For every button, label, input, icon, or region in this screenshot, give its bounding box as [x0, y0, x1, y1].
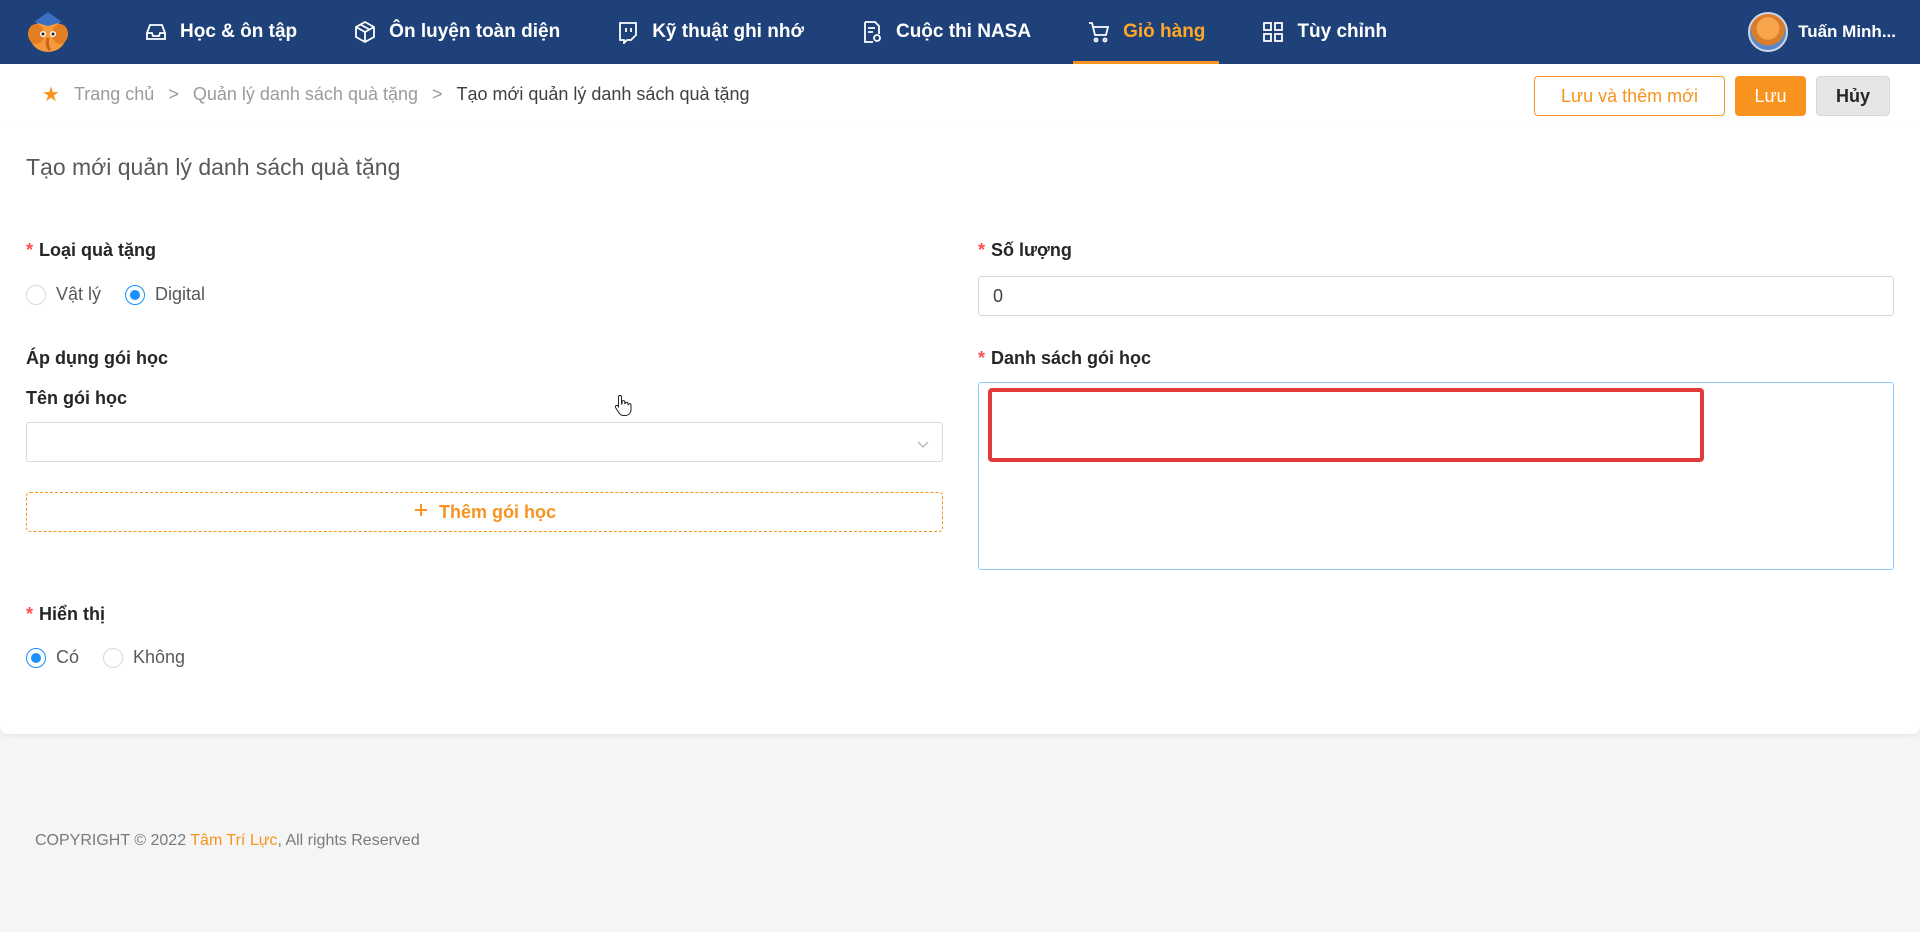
display-label: * Hiển thị [26, 604, 105, 625]
add-course-button[interactable]: Thêm gói học [26, 492, 943, 532]
nav-item-hoc-on-tap[interactable]: Học & ôn tập [130, 0, 311, 64]
required-mark: * [26, 240, 34, 260]
plus-icon [413, 502, 429, 523]
page-title: Tạo mới quản lý danh sách quà tặng [26, 154, 401, 180]
footer: COPYRIGHT © 2022 Tâm Trí Lực, All rights… [35, 832, 420, 850]
gift-type-label: * Loại quà tặng [26, 240, 156, 261]
breadcrumb-bar: ★ Trang chủ > Quản lý danh sách quà tặng… [0, 64, 1920, 124]
cube-icon [353, 20, 377, 44]
course-list-label: * Danh sách gói học [978, 348, 1151, 369]
cart-icon [1087, 20, 1111, 44]
cancel-button[interactable]: Hủy [1816, 76, 1890, 116]
user-name: Tuấn Minh... [1798, 22, 1896, 41]
action-buttons: Lưu và thêm mới Lưu Hủy [1534, 76, 1890, 116]
display-radio-group: Có Không [26, 647, 195, 668]
chevron-down-icon [916, 435, 930, 449]
nav-item-label: Tùy chỉnh [1297, 21, 1388, 42]
user-menu[interactable]: Tuấn Minh... [1748, 10, 1896, 54]
breadcrumb: ★ Trang chủ > Quản lý danh sách quà tặng… [42, 82, 750, 107]
radio-co[interactable]: Có [26, 647, 79, 668]
grid-icon [1261, 20, 1285, 44]
radio-circle[interactable] [26, 284, 46, 305]
required-mark: * [26, 604, 34, 624]
required-mark: * [978, 240, 986, 260]
apply-course-label: Áp dụng gói học [26, 348, 168, 369]
top-navbar: Học & ôn tập Ôn luyện toàn diện Kỹ thuật… [0, 0, 1920, 64]
chat-brand-icon [616, 20, 640, 44]
save-button[interactable]: Lưu [1735, 76, 1806, 116]
radio-circle-checked[interactable] [26, 647, 46, 668]
gift-type-radio-group: Vật lý Digital [26, 284, 215, 305]
apply-course-label-text: Áp dụng gói học [26, 348, 168, 368]
course-name-label-text: Tên gói học [26, 388, 127, 408]
breadcrumb-separator: > [168, 84, 179, 104]
radio-label: Vật lý [56, 284, 102, 304]
nav-item-tuy-chinh[interactable]: Tùy chỉnh [1247, 0, 1401, 64]
radio-label: Digital [155, 284, 206, 304]
main-nav: Học & ôn tập Ôn luyện toàn diện Kỹ thuật… [130, 0, 1429, 64]
course-name-select[interactable] [26, 422, 943, 462]
quantity-value: 0 [993, 285, 1004, 306]
radio-vat-ly[interactable]: Vật lý [26, 284, 101, 305]
nav-item-label: Giỏ hàng [1123, 21, 1206, 42]
document-settings-icon [860, 20, 884, 44]
nav-item-label: Học & ôn tập [180, 21, 298, 42]
footer-suffix: , All rights Reserved [277, 832, 420, 849]
highlight-box [988, 388, 1704, 462]
radio-circle-checked[interactable] [125, 284, 146, 305]
nav-item-on-luyen[interactable]: Ôn luyện toàn diện [339, 0, 574, 64]
nav-item-label: Cuộc thi NASA [895, 21, 1032, 42]
avatar [1748, 12, 1789, 52]
nav-item-label: Ôn luyện toàn diện [389, 21, 561, 42]
radio-khong[interactable]: Không [103, 647, 185, 668]
hand-cursor-icon [614, 394, 632, 416]
breadcrumb-parent[interactable]: Quản lý danh sách quà tặng [193, 84, 418, 105]
footer-brand-link[interactable]: Tâm Trí Lực [190, 832, 277, 849]
breadcrumb-separator: > [432, 84, 443, 104]
form-card: Tạo mới quản lý danh sách quà tặng * Loạ… [0, 124, 1920, 734]
gift-type-label-text: Loại quà tặng [39, 240, 157, 260]
quantity-label-text: Số lượng [991, 240, 1072, 260]
display-label-text: Hiển thị [39, 604, 106, 624]
nav-item-gio-hang[interactable]: Giỏ hàng [1073, 0, 1220, 64]
copyright-text: COPYRIGHT © 2022 [35, 832, 187, 849]
save-and-new-button[interactable]: Lưu và thêm mới [1534, 76, 1725, 116]
radio-circle[interactable] [103, 647, 124, 668]
logo[interactable] [24, 10, 72, 54]
nav-item-ky-thuat[interactable]: Kỹ thuật ghi nhớ [602, 0, 818, 64]
quantity-label: * Số lượng [978, 240, 1072, 261]
course-list-label-text: Danh sách gói học [991, 348, 1152, 368]
course-name-label: Tên gói học [26, 388, 127, 409]
breadcrumb-home[interactable]: Trang chủ [74, 84, 154, 105]
radio-label: Có [56, 647, 80, 667]
nav-item-label: Kỹ thuật ghi nhớ [652, 21, 804, 42]
radio-digital[interactable]: Digital [125, 284, 205, 305]
inbox-icon [144, 20, 168, 44]
quantity-input[interactable]: 0 [978, 276, 1894, 316]
required-mark: * [978, 348, 986, 368]
star-icon: ★ [42, 84, 60, 106]
add-course-label: Thêm gói học [439, 501, 556, 522]
radio-label: Không [133, 647, 186, 667]
breadcrumb-current: Tạo mới quản lý danh sách quà tặng [456, 84, 750, 104]
nav-item-cuoc-thi[interactable]: Cuộc thi NASA [846, 0, 1045, 64]
